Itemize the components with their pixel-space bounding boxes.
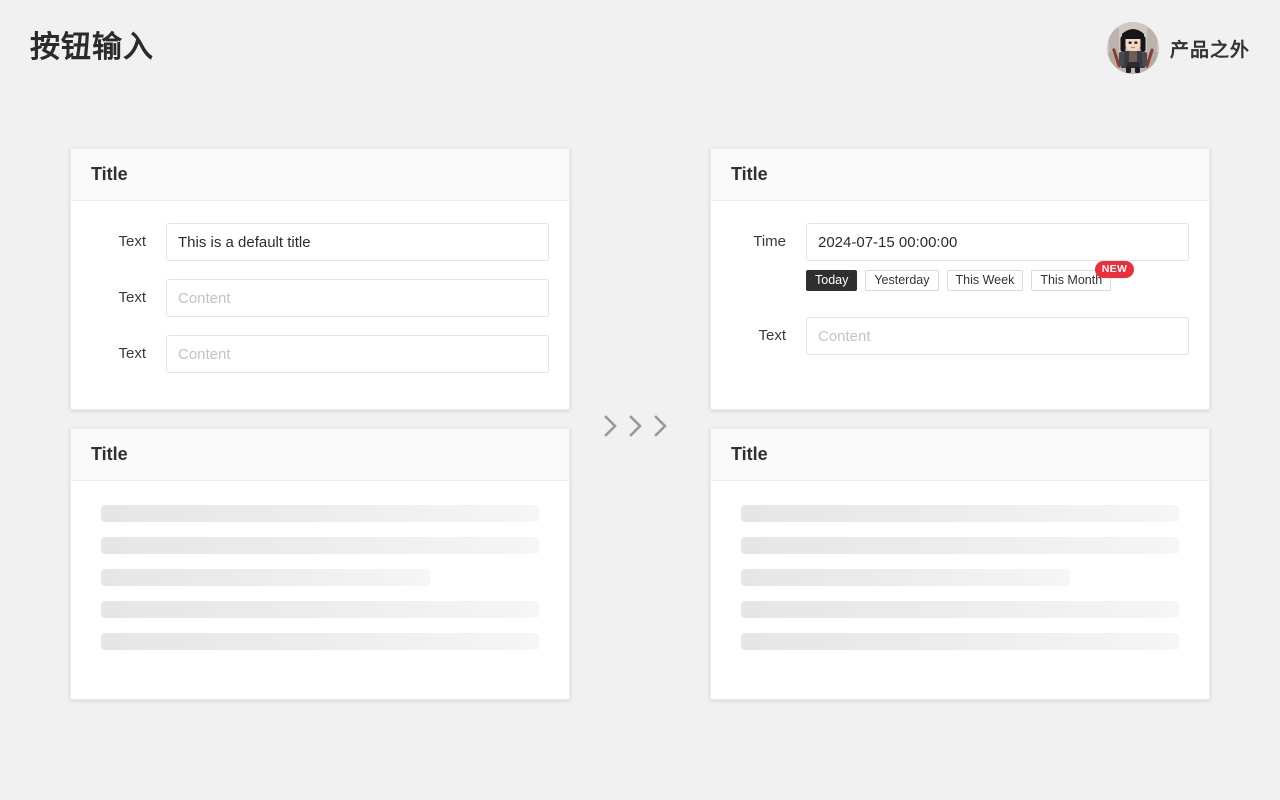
- form-label: Text: [758, 327, 786, 344]
- card-skeleton-left: Title: [70, 428, 570, 700]
- form-control: [166, 279, 549, 317]
- card-body: Text Text Text: [71, 201, 569, 393]
- quick-pick-today[interactable]: Today: [806, 270, 858, 291]
- form-label: Text: [118, 345, 146, 362]
- skeleton-bar: [101, 537, 539, 554]
- card-header: Title: [711, 149, 1209, 201]
- skeleton-bar: [741, 633, 1179, 650]
- card-title: Title: [731, 444, 768, 464]
- chevron-right-icon: [604, 415, 617, 437]
- card-title: Title: [91, 164, 128, 184]
- card-skeleton-right: Title: [710, 428, 1210, 700]
- form-control: [806, 317, 1189, 355]
- card-title: Title: [91, 444, 128, 464]
- form-row: Text: [91, 223, 549, 261]
- form-row-text: Text: [731, 317, 1189, 355]
- form-row: Text: [91, 279, 549, 317]
- form-label: Text: [118, 233, 146, 250]
- form-row: Text: [91, 335, 549, 373]
- time-label: Time: [753, 233, 786, 250]
- card-title: Title: [731, 164, 768, 184]
- chevron-right-icon: [629, 415, 642, 437]
- new-badge: NEW: [1094, 261, 1135, 278]
- form-control: Today Yesterday This Week This Month NEW: [806, 223, 1189, 291]
- card-header: Title: [71, 149, 569, 201]
- skeleton-bar: [741, 569, 1070, 586]
- form-control: [166, 223, 549, 261]
- cards-board: Title Text Text Text: [0, 0, 1280, 800]
- text-input-1[interactable]: [166, 223, 549, 261]
- form-row-time: Time Today Yesterday This Week This Mont…: [731, 223, 1189, 291]
- flow-arrows: [600, 410, 680, 442]
- skeleton-bar: [101, 633, 539, 650]
- card-header: Title: [71, 429, 569, 481]
- chevron-right-icon: [654, 415, 667, 437]
- skeleton-bar: [741, 601, 1179, 618]
- form-label: Text: [118, 289, 146, 306]
- skeleton-bar: [101, 601, 539, 618]
- card-form-left: Title Text Text Text: [70, 148, 570, 410]
- form-control: [166, 335, 549, 373]
- skeleton-bar: [741, 505, 1179, 522]
- quick-pick-this-week[interactable]: This Week: [946, 270, 1024, 291]
- skeleton-bar: [741, 537, 1179, 554]
- time-input[interactable]: [806, 223, 1189, 261]
- card-time-form: Title Time Today Yesterday This Week Thi…: [710, 148, 1210, 410]
- skeleton-loader: [71, 481, 569, 650]
- card-header: Title: [711, 429, 1209, 481]
- quick-pick-yesterday[interactable]: Yesterday: [865, 270, 939, 291]
- quick-pick-this-month-label: This Month: [1040, 273, 1103, 287]
- time-quick-picks: Today Yesterday This Week This Month NEW: [806, 261, 1189, 291]
- card-body: Time Today Yesterday This Week This Mont…: [711, 201, 1209, 375]
- text-input-2[interactable]: [166, 279, 549, 317]
- skeleton-bar: [101, 505, 539, 522]
- skeleton-loader: [711, 481, 1209, 650]
- skeleton-bar: [101, 569, 430, 586]
- quick-pick-this-month[interactable]: This Month NEW: [1031, 261, 1135, 291]
- text-input-3[interactable]: [166, 335, 549, 373]
- text-input-right[interactable]: [806, 317, 1189, 355]
